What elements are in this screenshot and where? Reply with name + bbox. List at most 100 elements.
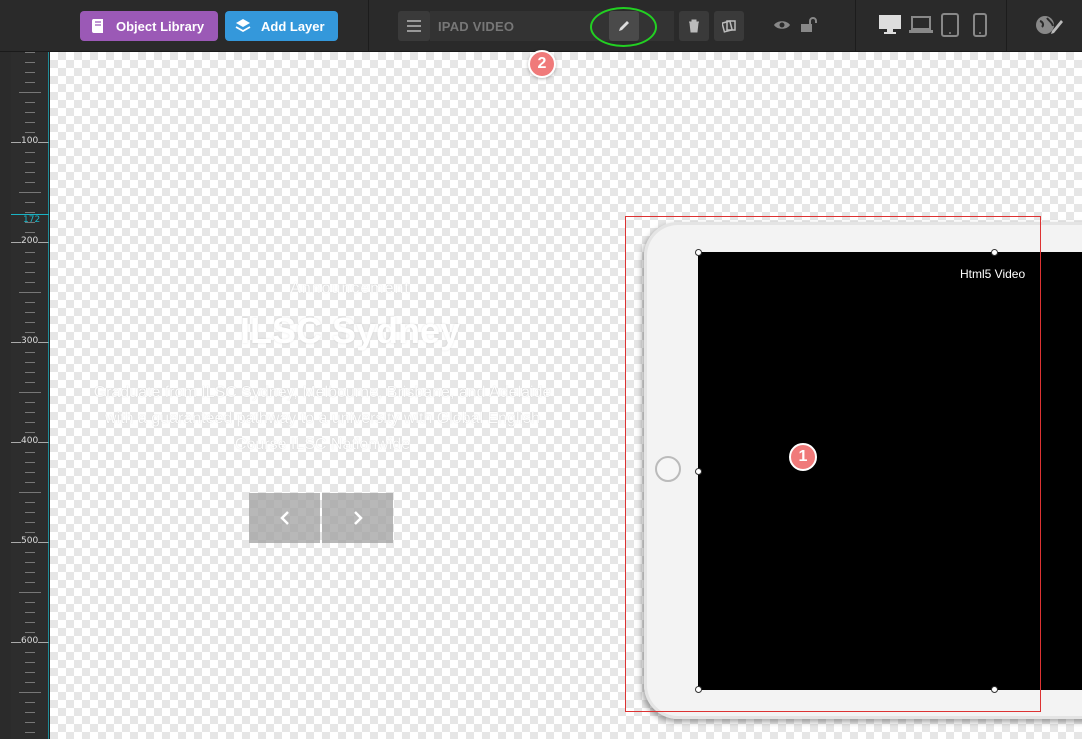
ruler-tick: [25, 202, 35, 203]
ruler-tick: [25, 732, 35, 733]
ruler-tick: [25, 162, 35, 163]
ruler-label: 200: [21, 236, 39, 246]
duplicate-icon: [722, 20, 736, 33]
ruler-label: 300: [21, 336, 39, 346]
ruler-tick: [25, 672, 35, 673]
ruler-tick: [25, 472, 35, 473]
ruler-tick: [25, 282, 35, 283]
add-layer-button[interactable]: Add Layer: [225, 11, 338, 41]
ruler-tick: [25, 422, 35, 423]
ruler-tick: [25, 702, 35, 703]
ruler-label: 600: [21, 636, 39, 646]
ruler-tick: [25, 332, 35, 333]
ruler-tick: [25, 82, 35, 83]
editor-canvas[interactable]: Announcement ILSC Sydney Graduate from I…: [50, 52, 1082, 739]
ruler-tick: [25, 62, 35, 63]
ruler-tick: [25, 722, 35, 723]
ruler-tick: [25, 182, 35, 183]
ruler-tick: [25, 72, 35, 73]
ruler-tick: [25, 232, 35, 233]
ruler-tick: [25, 612, 35, 613]
ruler-tick: [25, 532, 35, 533]
ruler-tick: [25, 712, 35, 713]
ruler-tick: [25, 132, 35, 133]
chevron-left-icon: [279, 511, 289, 525]
ruler-tick: [19, 292, 41, 293]
ruler-label: 100: [21, 136, 39, 146]
top-toolbar: Object Library Add Layer IPAD VIDEO: [0, 0, 1082, 52]
ruler-tick: [19, 92, 41, 93]
delete-layer-button[interactable]: [679, 11, 709, 41]
layer-menu[interactable]: [398, 11, 430, 41]
ruler-tick: [19, 192, 41, 193]
ruler-tick: [25, 522, 35, 523]
hamburger-icon[interactable]: [398, 11, 430, 41]
toolbar-divider: [368, 0, 369, 51]
ruler-position-label: 172: [23, 215, 41, 225]
ruler-tick: [25, 562, 35, 563]
annotation-badge-1: 1: [789, 443, 817, 471]
ruler-label: 400: [21, 436, 39, 446]
slide-body-text[interactable]: Graduate from ILSC Sydney, Melbourne, Br…: [85, 380, 560, 458]
object-library-button[interactable]: Object Library: [80, 11, 218, 41]
annotation-badge-2: 2: [528, 50, 556, 78]
ruler-tick: [25, 452, 35, 453]
ruler-tick: [25, 262, 35, 263]
ruler-tick: [25, 482, 35, 483]
ruler-tick: [19, 392, 41, 393]
ruler-tick: [25, 502, 35, 503]
layer-name-value: IPAD VIDEO: [438, 18, 515, 34]
laptop-icon[interactable]: [908, 13, 934, 40]
add-layer-label: Add Layer: [261, 18, 325, 34]
selection-box: [625, 216, 1041, 712]
next-slide-button[interactable]: [322, 493, 393, 543]
ruler-tick: [25, 512, 35, 513]
toolbar-divider: [855, 0, 856, 51]
ruler-tick: [25, 602, 35, 603]
trash-icon: [689, 19, 699, 33]
ruler-tick: [19, 692, 41, 693]
ruler-tick: [25, 402, 35, 403]
slide-subtitle[interactable]: Announcement: [50, 280, 650, 298]
slide-title[interactable]: ILSC Sydney: [50, 310, 650, 352]
layers-icon: [233, 16, 253, 36]
ruler-tick: [19, 592, 41, 593]
ruler-tick: [25, 272, 35, 273]
ruler-tick: [25, 552, 35, 553]
ruler-tick: [25, 252, 35, 253]
ruler-tick: [25, 52, 35, 53]
duplicate-layer-button[interactable]: [714, 11, 744, 41]
ruler-tick: [25, 382, 35, 383]
ruler-tick: [25, 112, 35, 113]
toolbar-divider: [1006, 0, 1007, 51]
ruler-tick: [25, 632, 35, 633]
ruler-tick: [25, 622, 35, 623]
prev-slide-button[interactable]: [249, 493, 320, 543]
ruler-tick: [25, 122, 35, 123]
book-icon: [88, 16, 108, 36]
ruler-tick: [25, 412, 35, 413]
slide-navigation: [249, 493, 393, 543]
ruler-tick: [25, 462, 35, 463]
unlock-icon[interactable]: [800, 17, 818, 38]
highlight-circle: [590, 7, 657, 47]
ruler-tick: [25, 682, 35, 683]
ruler-label: 500: [21, 536, 39, 546]
object-library-label: Object Library: [116, 18, 205, 34]
globe-edit-icon[interactable]: [1034, 13, 1064, 42]
eye-icon[interactable]: [773, 17, 791, 38]
ruler-tick: [25, 212, 35, 213]
ruler-tick: [25, 152, 35, 153]
ruler-tick: [25, 362, 35, 363]
ruler-tick: [25, 322, 35, 323]
chevron-right-icon: [353, 511, 363, 525]
ruler-tick: [25, 352, 35, 353]
ruler-tick: [25, 302, 35, 303]
ruler-tick: [25, 172, 35, 173]
ruler-tick: [25, 572, 35, 573]
desktop-icon[interactable]: [878, 13, 902, 40]
ruler-tick: [25, 102, 35, 103]
ruler-tick: [25, 372, 35, 373]
tablet-icon[interactable]: [941, 13, 959, 42]
phone-icon[interactable]: [973, 13, 987, 42]
